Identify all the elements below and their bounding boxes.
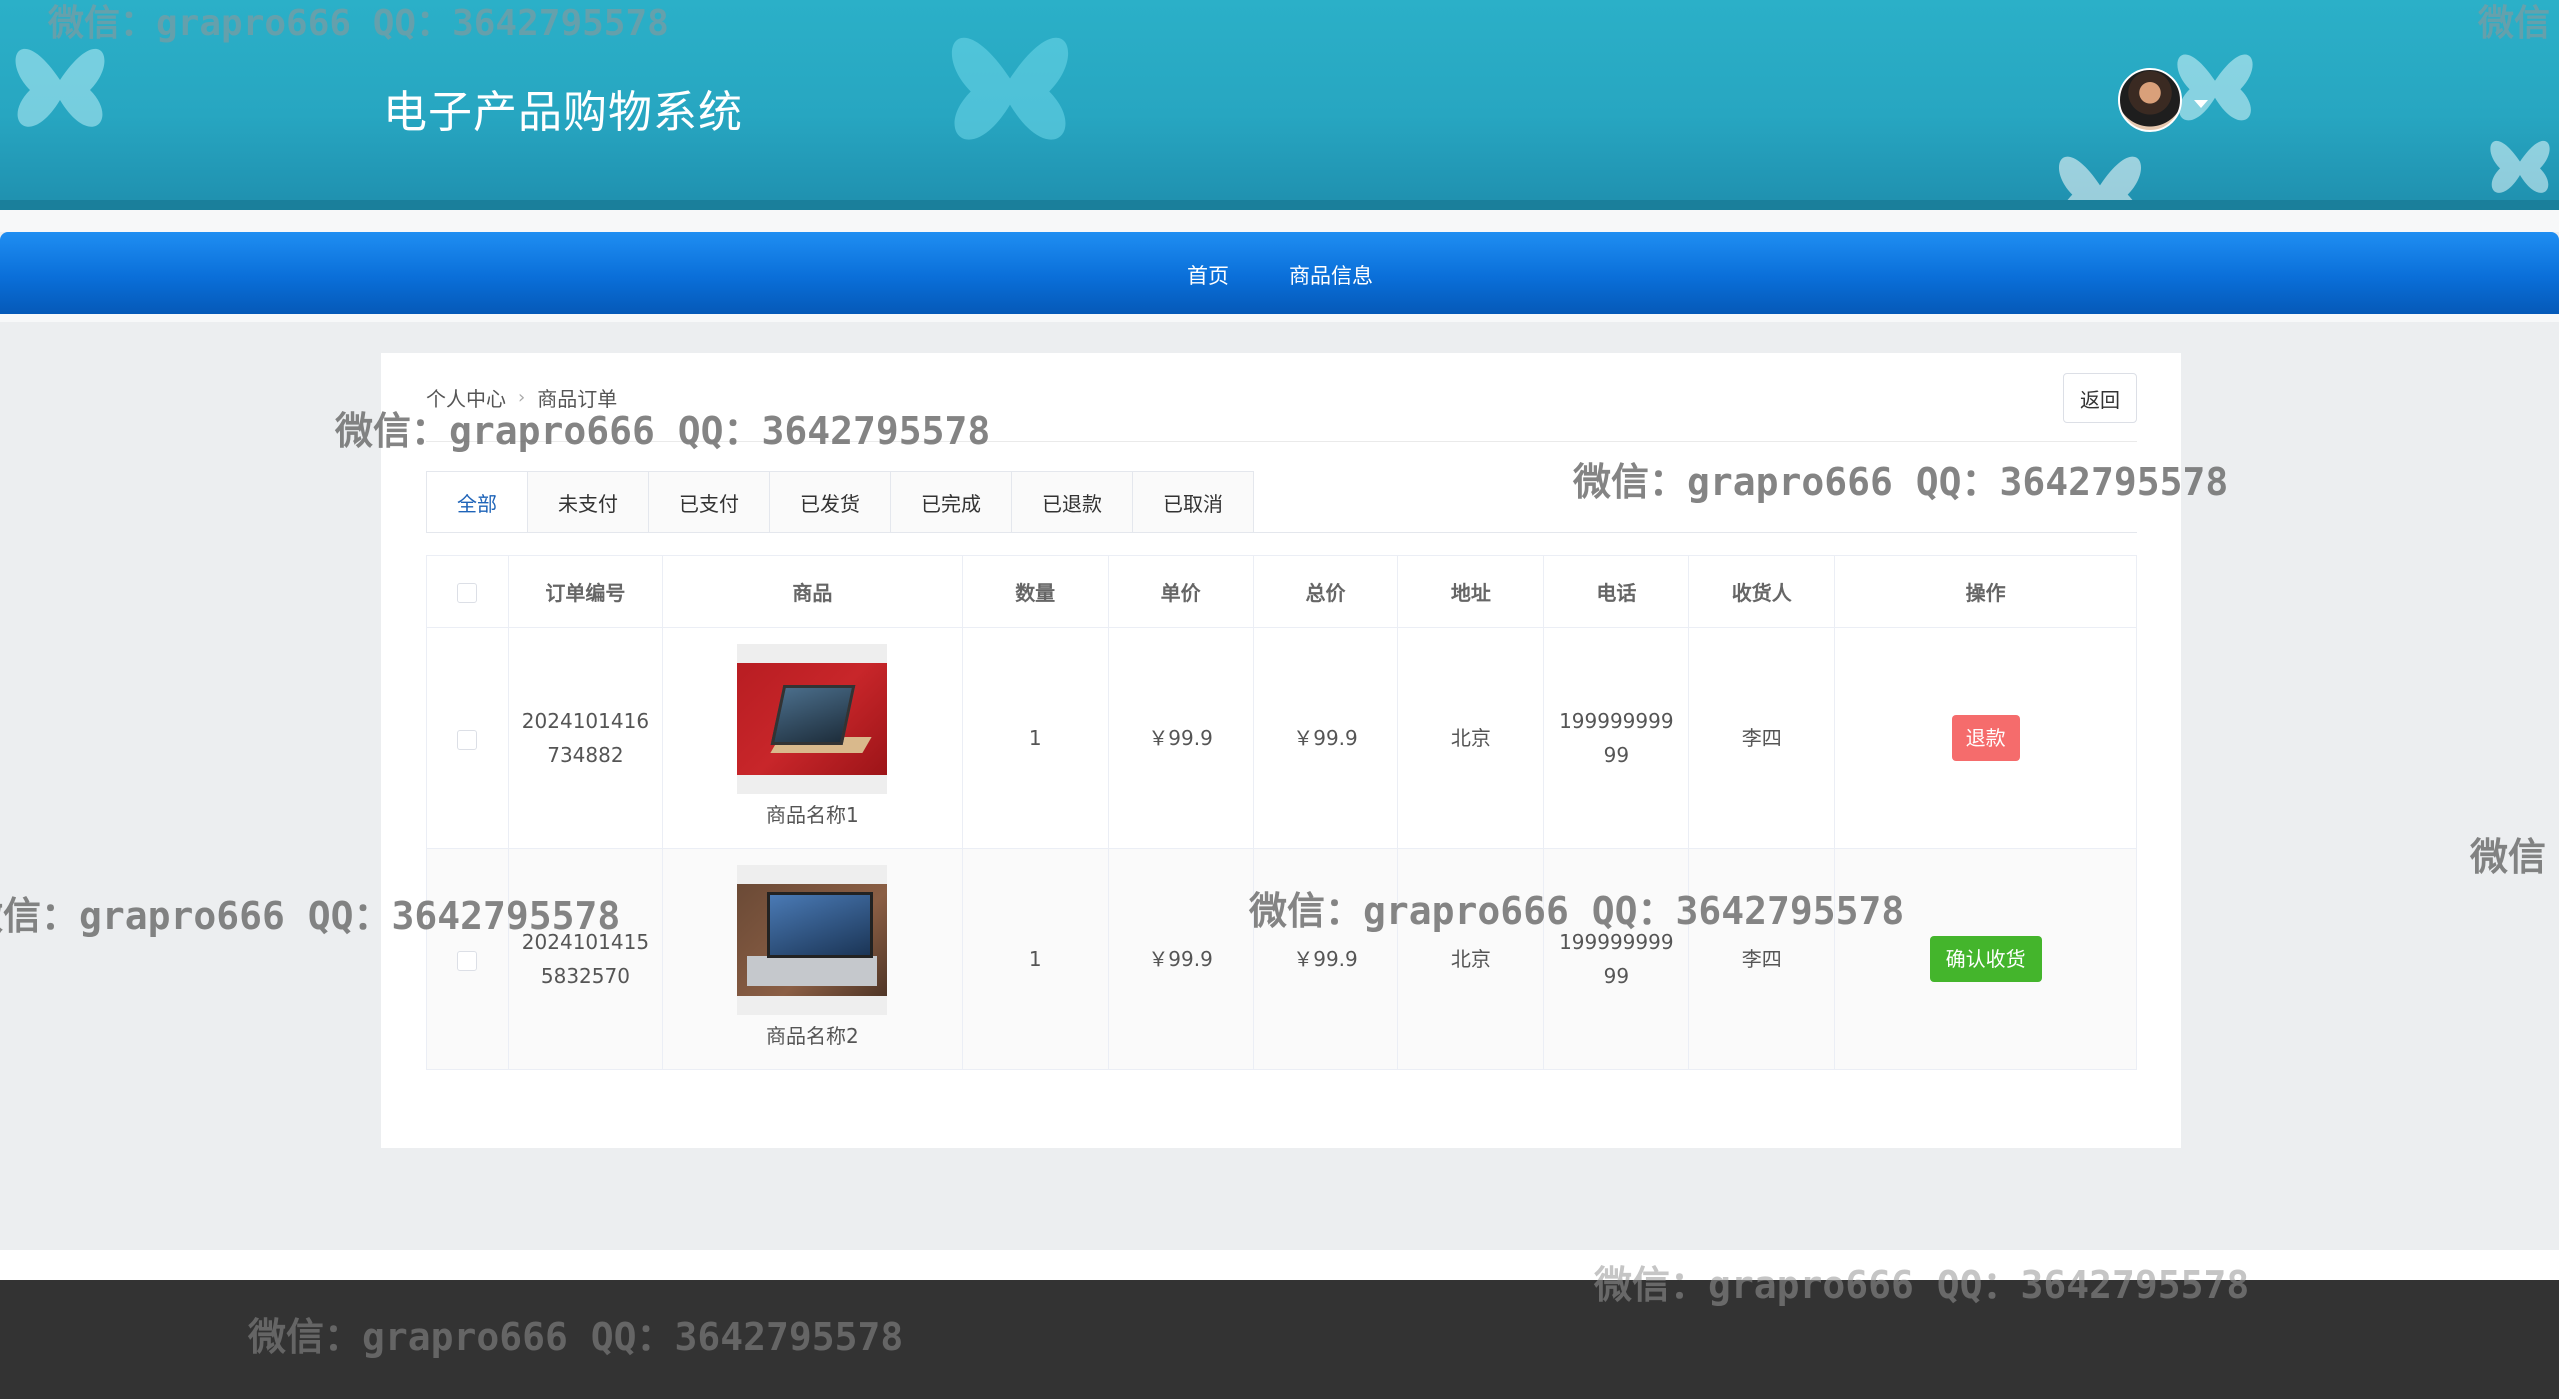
chevron-down-icon[interactable] (2194, 100, 2208, 108)
tab-unpaid[interactable]: 未支付 (528, 471, 649, 533)
column-header-phone: 电话 (1543, 555, 1690, 628)
address-cell: 北京 (1397, 627, 1545, 849)
column-header-product: 商品 (661, 555, 963, 628)
phone-line: 99 (1603, 743, 1630, 767)
confirm-receipt-button[interactable]: 确认收货 (1929, 936, 2042, 982)
watermark: 微信：grapro666 QQ：3642795578 (1573, 460, 2229, 504)
phone-cell: 199999999 99 (1543, 627, 1690, 849)
column-header-total: 总价 (1252, 555, 1399, 628)
order-no-cell: 2024101416 734882 (507, 627, 663, 849)
tab-all[interactable]: 全部 (426, 471, 528, 533)
nav-item-products[interactable]: 商品信息 (1289, 260, 1373, 290)
phone-line: 199999999 (1559, 709, 1674, 733)
butterfly-decoration-icon (2059, 156, 2141, 210)
tab-refunded[interactable]: 已退款 (1012, 471, 1133, 533)
action-cell: 退款 (1834, 627, 2137, 849)
user-avatar-icon[interactable] (2118, 68, 2182, 132)
table-header-row: 订单编号 商品 数量 单价 总价 地址 电话 收货人 操作 (426, 555, 2137, 628)
site-title: 电子产品购物系统 (383, 87, 743, 138)
watermark: 微信：grapro666 QQ：3642795578 (335, 409, 991, 453)
column-header-receiver: 收货人 (1688, 555, 1836, 628)
column-header-order-no: 订单编号 (507, 555, 663, 628)
header-spacer (0, 210, 2559, 232)
product-name: 商品名称1 (765, 803, 859, 827)
column-header-qty: 数量 (961, 555, 1109, 628)
row-select-cell (426, 627, 509, 849)
back-button[interactable]: 返回 (2063, 373, 2137, 423)
nav-spacer (0, 314, 2559, 322)
receiver-cell: 李四 (1688, 627, 1836, 849)
column-header-address: 地址 (1397, 555, 1545, 628)
nav-item-home[interactable]: 首页 (1187, 260, 1229, 290)
butterfly-decoration-icon (951, 37, 1069, 140)
order-status-tabs: 全部 未支付 已支付 已发货 已完成 已退款 已取消 (426, 471, 1254, 533)
watermark: 微信：grapro666 QQ：3642795578 (248, 1315, 904, 1359)
laptop-photo (737, 884, 888, 996)
tab-completed[interactable]: 已完成 (891, 471, 1012, 533)
product-cell: 商品名称1 (661, 627, 963, 849)
qty-cell: 1 (961, 627, 1109, 849)
watermark: 微信：grapro666 QQ：3642795578 (1249, 889, 1905, 933)
watermark: 微信：grapro666 QQ：3642795578 (1594, 1263, 2250, 1307)
watermark: 微信 (2478, 3, 2551, 44)
column-header-action: 操作 (1834, 555, 2137, 628)
laptop-photo (737, 663, 888, 775)
product-name: 商品名称2 (765, 1024, 859, 1048)
row-select-cell (426, 848, 509, 1070)
total-cell: ￥99.9 (1252, 627, 1399, 849)
tab-cancelled[interactable]: 已取消 (1133, 471, 1254, 533)
product-image[interactable] (737, 644, 888, 794)
refund-button[interactable]: 退款 (1951, 715, 2020, 761)
order-no-line: 2024101416 (521, 709, 650, 733)
order-no-cell: 2024101415 5832570 (507, 848, 663, 1070)
select-all-checkbox[interactable] (457, 583, 478, 603)
order-no-line: 5832570 (540, 964, 630, 988)
tab-paid[interactable]: 已支付 (649, 471, 770, 533)
watermark: 微信 (2470, 835, 2547, 879)
product-image[interactable] (737, 865, 888, 1015)
tabs-underline (426, 532, 2137, 533)
unit-price-cell: ￥99.9 (1107, 848, 1254, 1070)
row-checkbox[interactable] (457, 729, 478, 750)
main-navbar: 首页 商品信息 (0, 232, 2559, 314)
watermark: 微信：grapro666 QQ：3642795578 (0, 894, 621, 938)
product-cell: 商品名称2 (661, 848, 963, 1070)
phone-line: 99 (1603, 964, 1630, 988)
watermark: 微信：grapro666 QQ：3642795578 (48, 3, 669, 44)
order-no-line: 734882 (547, 743, 624, 767)
orders-table: 订单编号 商品 数量 单价 总价 地址 电话 收货人 操作 2024101416… (426, 555, 2137, 1070)
butterfly-decoration-icon (2490, 140, 2550, 193)
row-checkbox[interactable] (457, 950, 478, 971)
tab-shipped[interactable]: 已发货 (770, 471, 891, 533)
header-stripe (0, 200, 2559, 210)
qty-cell: 1 (961, 848, 1109, 1070)
unit-price-cell: ￥99.9 (1107, 627, 1254, 849)
select-all-cell (426, 555, 509, 628)
table-row: 2024101416 734882 商品名称1 1 ￥99.9 ￥99.9 北京… (426, 627, 2137, 849)
column-header-unit-price: 单价 (1107, 555, 1254, 628)
